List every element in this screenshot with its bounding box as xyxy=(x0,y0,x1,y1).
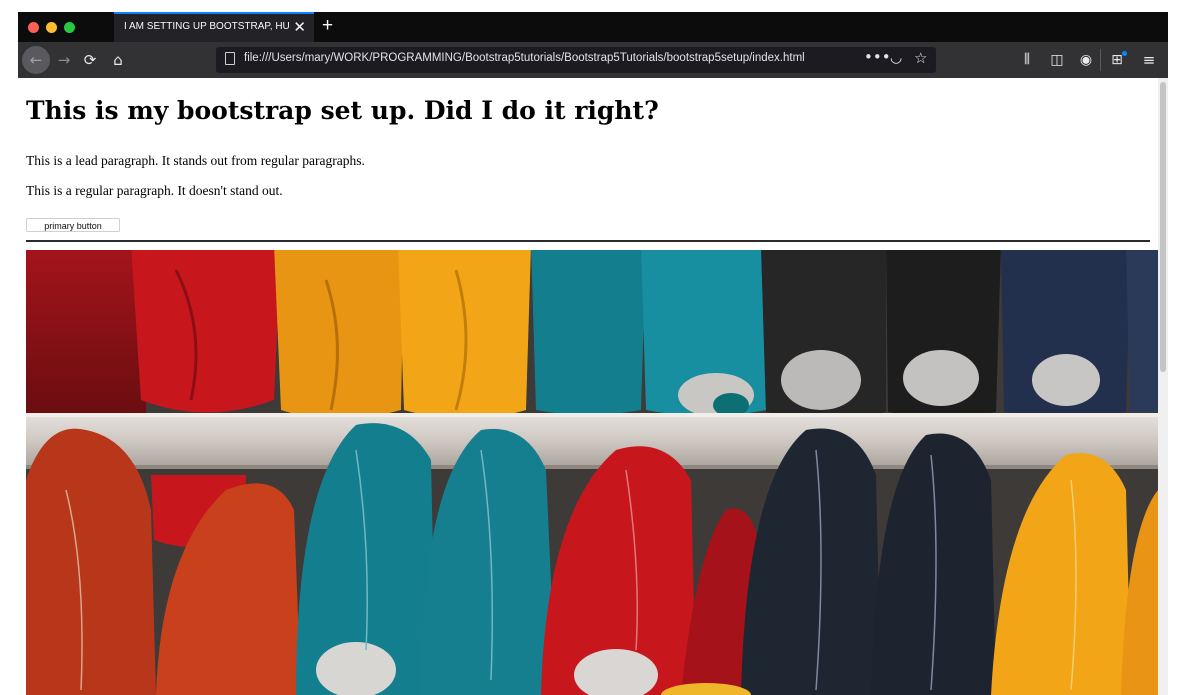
forward-arrow-icon[interactable]: → xyxy=(56,50,72,70)
account-icon[interactable]: ◉ xyxy=(1077,50,1095,70)
regular-paragraph: This is a regular paragraph. It doesn't … xyxy=(26,183,283,198)
tab-strip: I AM SETTING UP BOOTSTRAP, HUGE ✕ + xyxy=(18,12,1168,42)
back-arrow-icon[interactable]: ← xyxy=(22,46,50,74)
url-text[interactable]: file:///Users/mary/WORK/PROGRAMMING/Boot… xyxy=(244,52,854,64)
tab-title: I AM SETTING UP BOOTSTRAP, HUGE xyxy=(124,21,289,32)
minimize-window-button[interactable] xyxy=(46,22,57,33)
url-bar[interactable]: file:///Users/mary/WORK/PROGRAMMING/Boot… xyxy=(216,47,936,73)
pocket-icon[interactable]: ◡ xyxy=(890,50,902,66)
slippers-photo-image xyxy=(26,250,1158,695)
star-icon[interactable]: ☆ xyxy=(914,49,927,67)
slippers-photo xyxy=(26,250,1158,695)
close-icon[interactable]: ✕ xyxy=(293,18,306,36)
new-tab-button[interactable]: + xyxy=(322,15,333,37)
hamburger-menu-icon[interactable]: ≡ xyxy=(1140,50,1158,70)
notification-dot xyxy=(1122,51,1127,56)
home-icon[interactable]: ⌂ xyxy=(110,50,126,70)
page-heading: This is my bootstrap set up. Did I do it… xyxy=(26,96,659,125)
scrollbar-thumb[interactable] xyxy=(1160,82,1166,372)
primary-button[interactable]: primary button xyxy=(26,218,120,232)
reload-icon[interactable]: ⟳ xyxy=(82,50,98,70)
page-scrollbar[interactable] xyxy=(1158,78,1168,695)
ellipsis-icon[interactable]: ••• xyxy=(864,48,891,66)
maximize-window-button[interactable] xyxy=(64,22,75,33)
tab-active[interactable]: I AM SETTING UP BOOTSTRAP, HUGE ✕ xyxy=(114,12,314,42)
toolbar-divider xyxy=(1100,49,1101,71)
lead-paragraph: This is a lead paragraph. It stands out … xyxy=(26,153,365,168)
navigation-toolbar: ← → ⟳ ⌂ file:///Users/mary/WORK/PROGRAMM… xyxy=(18,42,1168,78)
library-icon[interactable]: ⫼ xyxy=(1018,50,1036,70)
horizontal-rule xyxy=(26,240,1150,242)
browser-window: I AM SETTING UP BOOTSTRAP, HUGE ✕ + ← → … xyxy=(18,12,1168,695)
close-window-button[interactable] xyxy=(28,22,39,33)
page-content: This is my bootstrap set up. Did I do it… xyxy=(18,78,1168,695)
document-icon xyxy=(225,52,235,65)
sidebar-icon[interactable]: ◫ xyxy=(1048,50,1066,70)
